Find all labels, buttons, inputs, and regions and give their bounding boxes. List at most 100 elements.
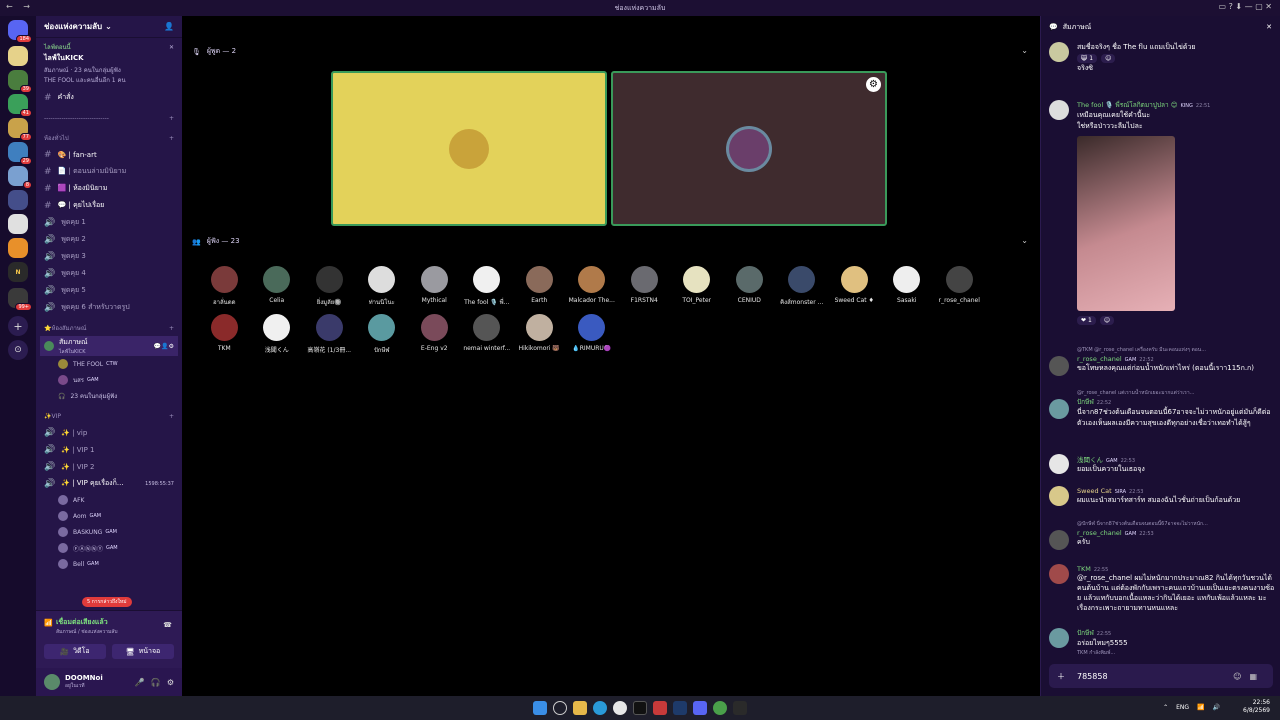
avatar[interactable] [1049,399,1069,419]
reply-preview[interactable]: @TKM @r_rose_chanel เครื่องครับ มีนะคอนแ… [1077,346,1275,354]
gear-icon[interactable]: ⚙ [866,77,881,92]
listener[interactable]: คิงส์monster ... [776,266,829,314]
listener[interactable]: ยิ่งมูลัย🔘 [303,266,356,314]
listener[interactable]: Celia [251,266,304,314]
live-event-card[interactable]: ไลฟ์ตอนนี้ ไลฟ์ในKICK สัมภาษณ์ · 23 คนใน… [36,38,182,89]
listener[interactable]: ปักษีฬ [356,314,409,362]
avatar[interactable] [1049,628,1069,648]
channel-item[interactable]: # 💬 | คุยไปเรื่อย [36,197,182,214]
listener[interactable]: Malcador The... [566,266,619,314]
channel-item[interactable]: # 🎨 | fan-art [36,146,182,163]
stage-user[interactable]: THE FOOL CTW [36,356,182,372]
voice-user[interactable]: AFK [36,492,182,508]
chat-input[interactable]: ＋ 785858 ☺▦ [1049,664,1273,688]
nav-arrows[interactable]: ← → [6,2,34,11]
voice-channel[interactable]: 🔊 ✨ | VIP 2 [36,458,182,475]
author-name[interactable]: ปักษีฬ [1077,629,1094,637]
microphone-icon[interactable]: 🎤 [135,678,145,687]
add-member-icon[interactable]: 👤 [164,22,174,31]
video-button[interactable]: 🎥 วิดีโอ [44,644,106,659]
listener[interactable]: Earth [513,266,566,314]
voice-channel[interactable]: 🔊 พูดคุย 3 [36,248,182,265]
avatar[interactable] [1049,530,1069,550]
app-icon[interactable] [733,701,747,715]
voice-channel-active[interactable]: 🔊 ✨ | VIP คุยเรื่องก็... 1598:55:37 [36,475,182,492]
disconnect-icon[interactable]: ☎ [163,621,172,629]
close-icon[interactable]: ✕ [169,44,174,51]
add-reaction-icon[interactable]: ☺ [1101,54,1116,63]
category-vip[interactable]: ✨VIP + [36,408,182,424]
clock[interactable]: 22:56 6/8/2569 [1243,699,1270,715]
voice-channel[interactable]: 🔊 พูดคุย 5 [36,282,182,299]
voice-user[interactable]: BASKUNG GAM [36,524,182,540]
voice-channel[interactable]: 🔊 ✨ | VIP 1 [36,441,182,458]
listener[interactable]: 高嶺花 (1/3冊... [303,314,356,362]
stage-listeners[interactable]: 🎧 23 คนในกลุ่มผู้ฟัง [36,388,182,404]
gear-icon[interactable]: ⚙ [167,678,174,687]
listener[interactable]: ท่านนิโนะ [356,266,409,314]
voice-channel[interactable]: 🔊 ✨ | vip [36,424,182,441]
server-icon[interactable] [8,238,28,258]
server-icon[interactable]: 29 [8,142,32,165]
plus-icon[interactable]: ＋ [1057,671,1065,682]
category-interview[interactable]: ⭐ห้องสัมภาษณ์ + [36,320,182,336]
voice-channel[interactable]: 🔊 พูดคุย 1 [36,214,182,231]
channel-commands[interactable]: # คำสั่ง [36,89,182,106]
server-header[interactable]: ช่องแห่งความลับ ⌄ 👤 [36,16,182,38]
listener[interactable]: nemai winterf... [461,314,514,362]
headphones-icon[interactable]: 🎧 [151,678,161,687]
listener[interactable]: Mythical [408,266,461,314]
app-icon[interactable] [713,701,727,715]
listener[interactable]: TKM [198,314,251,362]
listener[interactable]: The fool 🎙️ พี่... [461,266,514,314]
avatar[interactable] [1049,356,1069,376]
voice-channel[interactable]: 🔊 พูดคุย 2 [36,231,182,248]
server-icon[interactable]: 8 [8,166,32,189]
listener[interactable]: 💧RIMURU🟣 [566,314,619,362]
volume-icon[interactable]: 🔊 [1213,704,1220,711]
divider-category[interactable]: ------------------------------ + [36,110,182,126]
attached-image[interactable] [1077,136,1175,311]
start-icon[interactable] [533,701,547,715]
file-explorer-icon[interactable] [573,701,587,715]
language-indicator[interactable]: ENG [1176,704,1189,711]
close-icon[interactable]: ✕ [1266,23,1272,31]
server-icon[interactable]: 77 [8,118,32,141]
author-name[interactable]: r_rose_chanel [1077,355,1122,363]
listener[interactable]: Hikikomori 🐻 [513,314,566,362]
voice-channel[interactable]: 🔊 พูดคุย 6 สำหรับวาดรูป [36,299,182,316]
photoshop-icon[interactable] [673,701,687,715]
listener[interactable]: TOI_Peter [671,266,724,314]
stage-channel[interactable]: สัมภาษณ์ ไลฟ์ในKICK 💬👤⚙ [40,336,178,356]
reaction[interactable]: ❤ 1 [1077,316,1096,325]
reply-preview[interactable]: @ปักษีฬ นี่จาก87ช่วงต้นเดือนจนตอนนี้67อา… [1077,520,1275,528]
stage-user[interactable]: นสร GAM [36,372,182,388]
voice-user[interactable]: Bell GAM [36,556,182,572]
avatar[interactable] [1049,486,1069,506]
server-icon[interactable] [8,190,28,210]
listener[interactable]: 浅聞くん [251,314,304,362]
plus-icon[interactable]: + [169,135,174,142]
server-icon[interactable] [8,46,28,66]
chevron-down-icon[interactable]: ⌄ [1021,236,1028,245]
reply-preview[interactable]: @r_rose_chanel แต่เรามน้ำหนักเยอะมากแต่ว… [1077,389,1275,397]
chat-input-text[interactable]: 785858 [1077,672,1108,681]
listener[interactable]: Sasaki [881,266,934,314]
chrome-icon[interactable] [613,701,627,715]
avatar[interactable] [44,674,60,690]
voice-user[interactable]: ⒻⒶⓃⓃⓎ GAM [36,540,182,556]
avatar[interactable] [1049,100,1069,120]
audience-header[interactable]: 👥 ผู้ฟัง — 23 [192,236,240,247]
author-name[interactable]: TKM [1077,565,1091,573]
apps-icon[interactable]: ▦ [1249,672,1265,681]
nana-server-icon[interactable]: N [8,262,28,282]
app-icon[interactable] [653,701,667,715]
search-icon[interactable] [553,701,567,715]
tiktok-icon[interactable] [633,701,647,715]
server-icon[interactable]: 39 [8,70,32,93]
speaker-tile[interactable]: ⚙ [611,71,887,226]
listener[interactable]: r_rose_chanel [933,266,986,314]
channel-item[interactable]: # 📄 | ตอนนล่ามมินิยาม [36,163,182,180]
speakers-header[interactable]: 🎙 ผู้พูด — 2 [192,46,236,57]
author-name[interactable]: The fool 🎙️ พี่รณ์โลกิตมาปูปลา 😊 [1077,101,1178,109]
